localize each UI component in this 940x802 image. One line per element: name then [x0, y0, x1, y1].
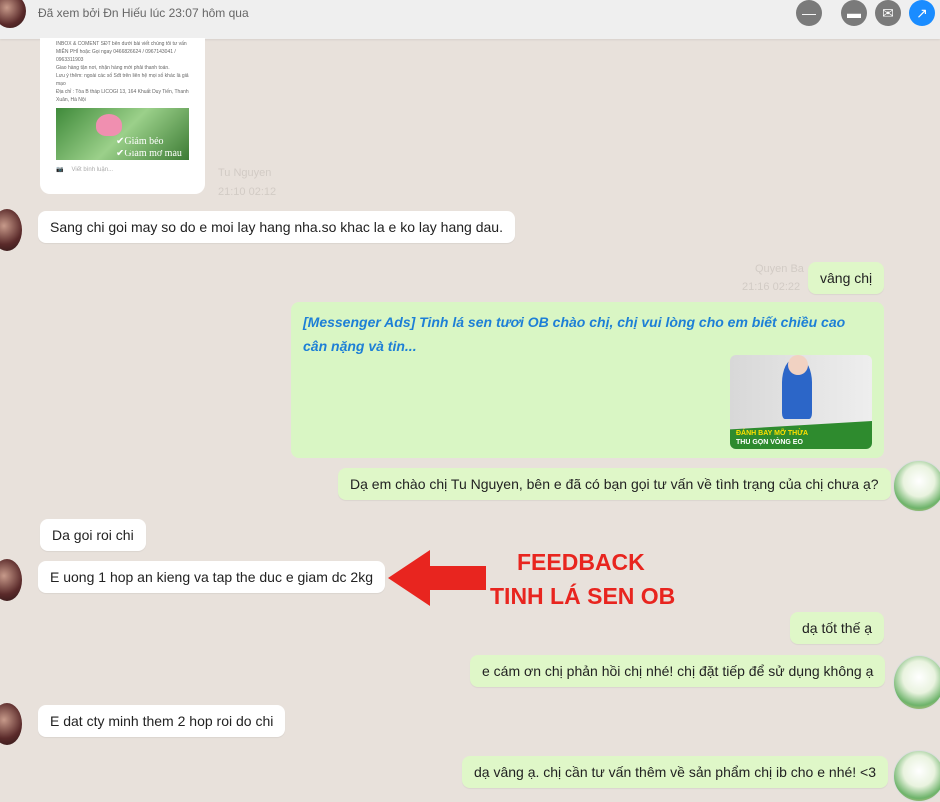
message-bubble: vâng chị	[808, 262, 885, 294]
annotation-feedback: FEEDBACK	[517, 549, 645, 575]
red-arrow-icon	[388, 550, 486, 606]
post-line: Lưu ý thêm: ngoài các số Sđt trên liên h…	[56, 73, 189, 87]
sender-name: Tu Nguyen	[218, 167, 272, 179]
ad-image[interactable]: ĐÁNH BAY MỠ THỪA THU GỌN VÒNG EO	[730, 355, 872, 449]
post-line: Địa chỉ : Tòa B tháp LICOGI 13, 164 Khuấ…	[56, 89, 189, 103]
inbox-icon[interactable]: ▬	[841, 0, 867, 26]
annotation-product: TINH LÁ SEN OB	[490, 583, 676, 609]
post-image: ✔Giảm béo ✔Giảm mỡ máu	[56, 108, 189, 160]
contact-avatar	[0, 559, 22, 601]
camera-icon[interactable]: 📷	[56, 166, 63, 174]
post-image-text: ✔Giảm béo	[116, 136, 164, 147]
post-line: INBOX & COMENT SĐT bên dưới bài viết chú…	[56, 41, 187, 63]
page-avatar	[893, 750, 940, 802]
ad-image-text: THU GỌN VÒNG EO	[736, 439, 803, 446]
message-bubble: E uong 1 hop an kieng va tap the duc e g…	[38, 561, 386, 593]
minus-circle-icon[interactable]: —	[796, 0, 822, 26]
messenger-ad-bubble[interactable]: [Messenger Ads] Tinh lá sen tươi OB chào…	[291, 302, 884, 458]
seen-status: Đã xem bởi Đn Hiếu lúc 23:07 hôm qua	[38, 6, 249, 20]
page-avatar	[893, 460, 940, 512]
comment-placeholder[interactable]: Viết bình luận...	[71, 166, 113, 174]
post-image-text: ✔Giảm mỡ máu	[116, 150, 182, 159]
message-bubble: Da goi roi chi	[40, 519, 146, 551]
ad-text: [Messenger Ads] Tinh lá sen tươi OB chào…	[303, 314, 846, 354]
contact-avatar	[0, 209, 22, 251]
message-bubble: Sang chi goi may so do e moi lay hang nh…	[38, 211, 515, 243]
message-bubble: dạ tốt thế ạ	[790, 612, 885, 644]
message-time: 21:10 02:12	[218, 186, 277, 198]
message-bubble: Dạ em chào chị Tu Nguyen, bên e đã có bạ…	[338, 468, 891, 500]
page-avatar	[893, 655, 940, 710]
message-bubble: e cám ơn chị phản hồi chị nhé! chị đặt t…	[470, 655, 886, 687]
message-time: 21:16 02:22	[742, 281, 801, 293]
message-bubble: dạ vâng ạ. chị cần tư vấn thêm về sản ph…	[462, 756, 889, 788]
contact-avatar	[0, 703, 22, 745]
open-external-icon[interactable]: ↗	[909, 0, 935, 26]
shared-post-card[interactable]: INBOX & COMENT SĐT bên dưới bài viết chú…	[40, 38, 205, 194]
message-bubble: E dat cty minh them 2 hop roi do chi	[38, 705, 286, 737]
ad-image-text: ĐÁNH BAY MỠ THỪA	[736, 430, 809, 437]
mail-icon[interactable]: ✉	[875, 0, 901, 26]
post-line: Giao hàng tận nơi, nhận hàng mới phải th…	[56, 65, 170, 71]
sender-name: Quyen Ba	[755, 263, 804, 275]
